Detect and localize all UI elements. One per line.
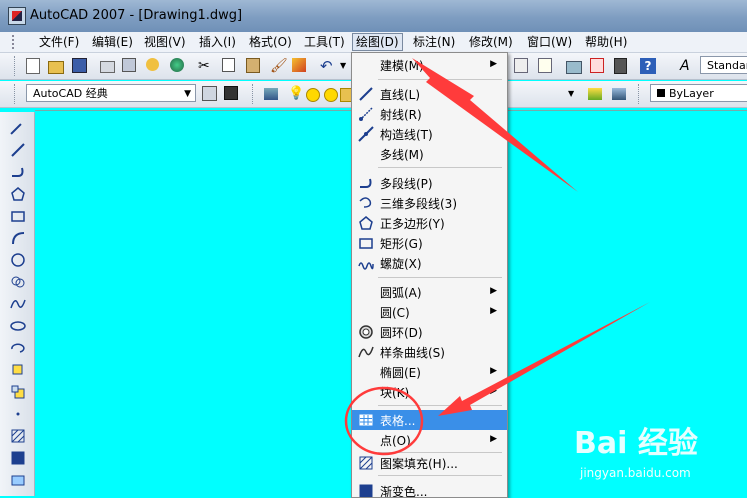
- watermark-brand: Bai 经验: [574, 426, 698, 461]
- annotation-arrow-to-table: [438, 302, 650, 416]
- watermark-url: jingyan.baidu.com: [580, 466, 691, 480]
- annotation-circle-table: [344, 386, 424, 456]
- baidu-watermark: Bai 经验 jingyan.baidu.com: [560, 410, 747, 496]
- annotation-arrow-to-draw-menu: [412, 58, 578, 192]
